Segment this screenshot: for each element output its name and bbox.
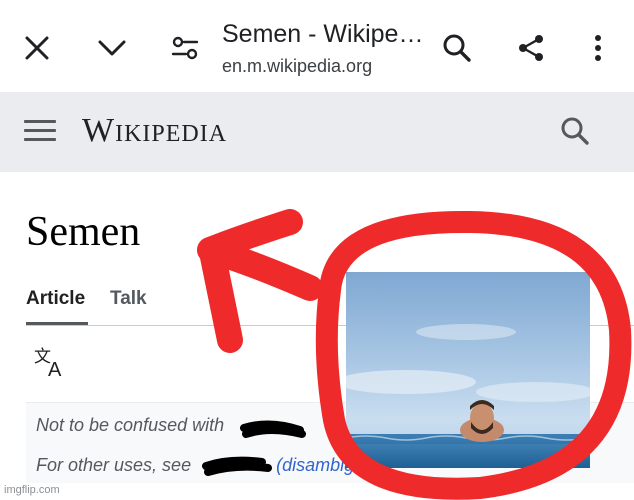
more-vert-icon[interactable] [586, 31, 610, 65]
hamburger-icon[interactable] [24, 120, 56, 144]
page-title: Semen [26, 209, 141, 255]
browser-page-title: Semen - Wikipe… [222, 20, 424, 48]
search-icon[interactable] [560, 116, 594, 150]
svg-text:A: A [48, 359, 62, 378]
share-icon[interactable] [514, 31, 548, 65]
browser-url[interactable]: en.m.wikipedia.org [222, 56, 372, 77]
wikipedia-header: Wikipedia [0, 92, 634, 172]
search-icon[interactable] [440, 31, 474, 65]
hatnote-text: For other uses, see [36, 455, 192, 475]
hatnote-text: Not to be confused with [36, 415, 225, 435]
hatnote-line: For other uses, see (disambig [36, 455, 354, 476]
chevron-down-icon[interactable] [96, 33, 128, 63]
tab-article[interactable]: Article [26, 288, 85, 310]
hatnote-line: Not to be confused with [36, 415, 224, 436]
meme-photo [346, 272, 590, 468]
translate-icon[interactable]: 文 A [34, 346, 68, 381]
tune-icon[interactable] [170, 33, 200, 63]
browser-toolbar: Semen - Wikipe… en.m.wikipedia.org [0, 0, 634, 92]
wikipedia-wordmark[interactable]: Wikipedia [82, 112, 227, 150]
tab-talk[interactable]: Talk [110, 288, 147, 310]
watermark: imgflip.com [4, 484, 60, 496]
close-icon[interactable] [22, 33, 52, 63]
disambiguation-link[interactable]: (disambig [276, 455, 354, 475]
